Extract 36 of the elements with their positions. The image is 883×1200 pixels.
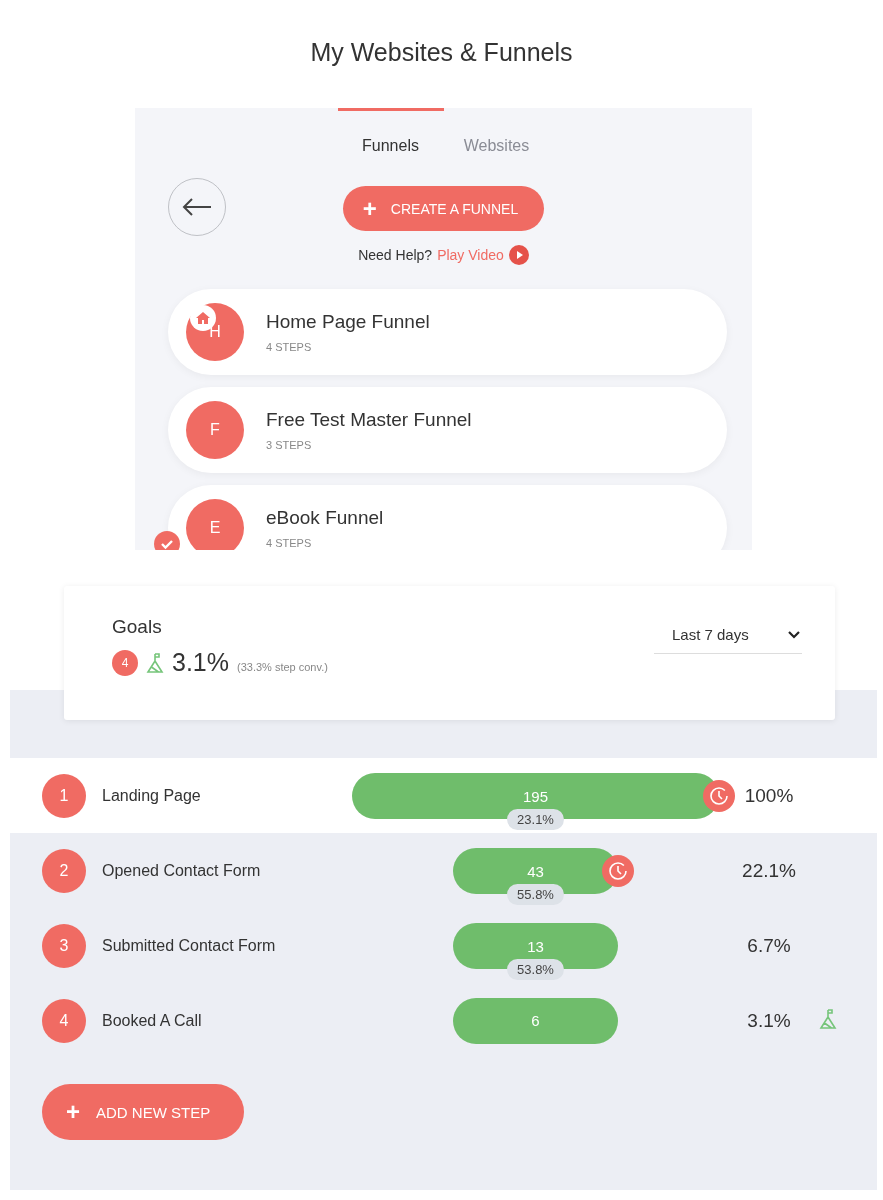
step-name: Booked A Call xyxy=(101,1011,203,1030)
step-name: Submitted Contact Form xyxy=(101,936,277,955)
step-number: 2 xyxy=(42,848,86,893)
funnel-name: Home Page Funnel xyxy=(266,311,430,333)
step-name: Opened Contact Form xyxy=(101,861,262,880)
funnel-name: eBook Funnel xyxy=(266,507,384,529)
step-number: 4 xyxy=(42,998,86,1043)
goals-title: Goals xyxy=(112,616,163,638)
funnel-card[interactable]: E eBook Funnel 4 STEPS xyxy=(168,485,727,550)
funnel-card[interactable]: F Free Test Master Funnel 3 STEPS xyxy=(168,387,727,473)
step-number: 3 xyxy=(42,923,86,968)
play-icon[interactable] xyxy=(508,245,529,265)
flag-icon xyxy=(146,651,164,674)
tab[interactable]: Funnels xyxy=(337,108,444,164)
funnel-avatar: E xyxy=(186,499,244,550)
visitor-bar: 6 xyxy=(453,997,618,1044)
chevron-down-icon xyxy=(788,630,800,639)
funnel-avatar: F xyxy=(186,401,244,459)
back-arrow-icon xyxy=(182,198,212,216)
step-percent: 3.1% xyxy=(746,1009,792,1032)
funnel-steps: 4 STEPS xyxy=(266,341,430,353)
goal-count: 4 xyxy=(112,649,138,676)
step-percent: 6.7% xyxy=(746,934,792,957)
step-name: Landing Page xyxy=(101,786,202,805)
step-conversion: (33.3% step conv.) xyxy=(237,660,328,673)
funnel-name: Free Test Master Funnel xyxy=(266,409,472,431)
step-number: 1 xyxy=(42,773,86,818)
funnel-steps: 3 STEPS xyxy=(266,439,472,451)
step-percent: 100% xyxy=(743,784,795,807)
date-range-dropdown[interactable]: Last 7 days xyxy=(654,616,802,654)
page-title: My Websites & Funnels xyxy=(310,37,573,68)
goal-rate: 3.1% xyxy=(172,648,229,677)
funnel-steps: 4 STEPS xyxy=(266,537,384,549)
help-text: Need Help? xyxy=(358,247,433,263)
step-percent: 22.1% xyxy=(741,859,797,882)
drop-off-rate: 55.8% xyxy=(507,884,564,905)
